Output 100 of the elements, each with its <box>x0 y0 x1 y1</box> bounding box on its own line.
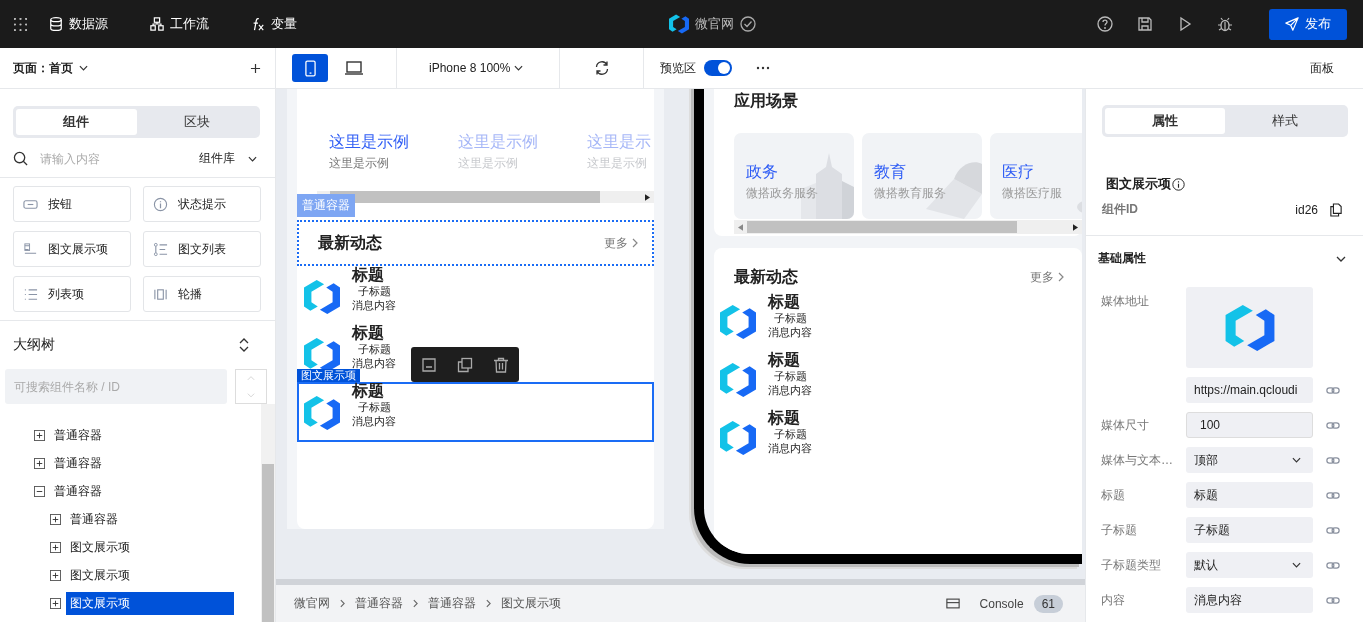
expand-icon[interactable] <box>50 597 61 609</box>
scene-card[interactable]: 教育 微搭教育服务 <box>862 133 982 219</box>
tree-item[interactable]: 图文展示项 <box>66 535 234 559</box>
scroll-right-icon[interactable] <box>1073 223 1078 231</box>
more-icon[interactable] <box>756 66 771 70</box>
help-icon[interactable] <box>1097 16 1113 32</box>
library-dropdown[interactable]: 组件库 <box>199 150 257 167</box>
copy-icon[interactable] <box>1330 202 1342 217</box>
scroll-left-icon[interactable] <box>738 223 743 231</box>
chevron-right-icon <box>340 599 345 608</box>
play-icon[interactable] <box>1177 16 1193 32</box>
outline-search-field[interactable]: 可搜索组件名称 / ID <box>5 369 228 404</box>
chevron-down-icon <box>514 65 524 71</box>
scroll-right-icon[interactable] <box>645 193 650 201</box>
link-icon[interactable] <box>1326 595 1340 605</box>
url-field[interactable]: https://main.qcloudi <box>1186 377 1313 403</box>
breadcrumb-item[interactable]: 普通容器 <box>355 595 403 612</box>
scrollbar[interactable] <box>734 220 1082 234</box>
select-field[interactable]: 顶部 <box>1186 447 1313 473</box>
info-icon[interactable] <box>1172 177 1185 191</box>
field-label: 子标题类型 <box>1101 556 1162 574</box>
delete-icon[interactable] <box>493 356 509 373</box>
component-item[interactable]: 列表项 <box>13 276 131 312</box>
expand-collapse-icon[interactable] <box>239 338 249 352</box>
console-icon[interactable] <box>945 598 960 609</box>
panel-tab[interactable]: 样式 <box>1225 108 1345 134</box>
text-field[interactable]: 标题 <box>1186 482 1313 508</box>
copy-icon[interactable] <box>457 356 473 373</box>
menu-button[interactable]: 数据源 <box>49 15 108 33</box>
text-field[interactable]: 子标题 <box>1186 517 1313 543</box>
expand-icon[interactable] <box>50 541 61 553</box>
logo-icon <box>720 363 756 397</box>
collapse-icon[interactable] <box>34 485 45 497</box>
expand-icon[interactable] <box>50 569 61 581</box>
item-subtitle: 子标题 <box>774 369 808 383</box>
tree-item[interactable]: 普通容器 <box>50 479 218 503</box>
number-field[interactable]: 100 <box>1186 412 1313 438</box>
breadcrumb-item[interactable]: 普通容器 <box>428 595 476 612</box>
link-icon[interactable] <box>1326 525 1340 535</box>
medialist-component-icon <box>153 241 168 257</box>
tree-item[interactable]: 普通容器 <box>50 423 218 447</box>
menu-button[interactable]: 工作流 <box>150 15 209 33</box>
chevron-down-icon <box>1292 457 1301 463</box>
component-item[interactable]: 按钮 <box>13 186 131 222</box>
link-icon[interactable] <box>1326 455 1340 465</box>
chevron-right-icon <box>632 238 638 248</box>
image-preview[interactable] <box>1186 287 1313 368</box>
breadcrumb-item[interactable]: 图文展示项 <box>501 595 561 612</box>
refresh-icon[interactable] <box>594 60 611 76</box>
flow-icon <box>150 17 164 31</box>
scene-subtitle: 微搭政务服务 <box>746 185 819 202</box>
tree-item[interactable]: 普通容器 <box>50 451 218 475</box>
phone-view-button[interactable] <box>292 54 328 82</box>
tree-item[interactable]: 图文展示项 <box>66 563 234 587</box>
link-icon[interactable] <box>1326 560 1340 570</box>
zoom-dropdown[interactable]: iPhone 8 100% <box>429 61 524 75</box>
scene-card[interactable]: 医疗 微搭医疗服 <box>990 133 1082 219</box>
expand-icon[interactable] <box>34 429 45 441</box>
selected-media-item[interactable]: 标题 子标题 消息内容 <box>297 382 654 442</box>
breadcrumb-item[interactable]: 微官网 <box>294 595 330 612</box>
expand-icon[interactable] <box>50 513 61 525</box>
component-item[interactable]: 轮播 <box>143 276 261 312</box>
text-field[interactable]: 消息内容 <box>1186 587 1313 613</box>
scrollbar[interactable] <box>261 404 275 622</box>
panel-tab[interactable]: 区块 <box>136 109 257 135</box>
search-field[interactable]: 请输入内容 <box>38 150 199 167</box>
panel-tab[interactable]: 组件 <box>16 109 137 135</box>
save-icon[interactable] <box>421 356 437 373</box>
console-label[interactable]: Console <box>979 596 1024 611</box>
tree-item[interactable]: 图文展示项 <box>66 591 234 615</box>
preview-toggle[interactable] <box>704 60 733 76</box>
expand-icon[interactable] <box>34 457 45 469</box>
panel-button[interactable]: 面板 <box>1310 59 1334 77</box>
panel-tab[interactable]: 属性 <box>1105 108 1225 134</box>
component-item[interactable]: 状态提示 <box>143 186 261 222</box>
more-link[interactable]: 更多 <box>604 234 638 252</box>
outline-title: 大纲树 <box>13 336 55 354</box>
container-frame[interactable]: 最新动态 更多 <box>297 220 654 266</box>
component-item[interactable]: 图文展示项 <box>13 231 131 267</box>
component-item[interactable]: 图文列表 <box>143 231 261 267</box>
select-field[interactable]: 默认 <box>1186 552 1313 578</box>
section-header[interactable]: 基础属性 <box>1098 250 1146 267</box>
chevron-right-icon <box>486 599 491 608</box>
add-icon[interactable] <box>250 62 261 74</box>
save-icon[interactable] <box>1137 16 1153 32</box>
bug-icon[interactable] <box>1217 16 1233 32</box>
publish-button[interactable]: 发布 <box>1269 8 1347 40</box>
menu-button[interactable]: 变量 <box>251 15 297 33</box>
logo-icon <box>304 338 340 372</box>
media-item[interactable]: 标题 子标题 消息内容 <box>297 266 654 324</box>
scene-card[interactable]: 政务 微搭政务服务 <box>734 133 854 219</box>
link-icon[interactable] <box>1326 490 1340 500</box>
apps-icon[interactable] <box>14 17 27 31</box>
more-link[interactable]: 更多 <box>1030 268 1064 286</box>
link-icon[interactable] <box>1326 385 1340 395</box>
info-component-icon <box>153 196 168 212</box>
page-dropdown[interactable]: 页面：首页 <box>13 59 88 77</box>
link-icon[interactable] <box>1326 420 1340 430</box>
carousel-title[interactable]: 这里是示例 <box>329 132 458 153</box>
tree-item[interactable]: 普通容器 <box>66 507 234 531</box>
